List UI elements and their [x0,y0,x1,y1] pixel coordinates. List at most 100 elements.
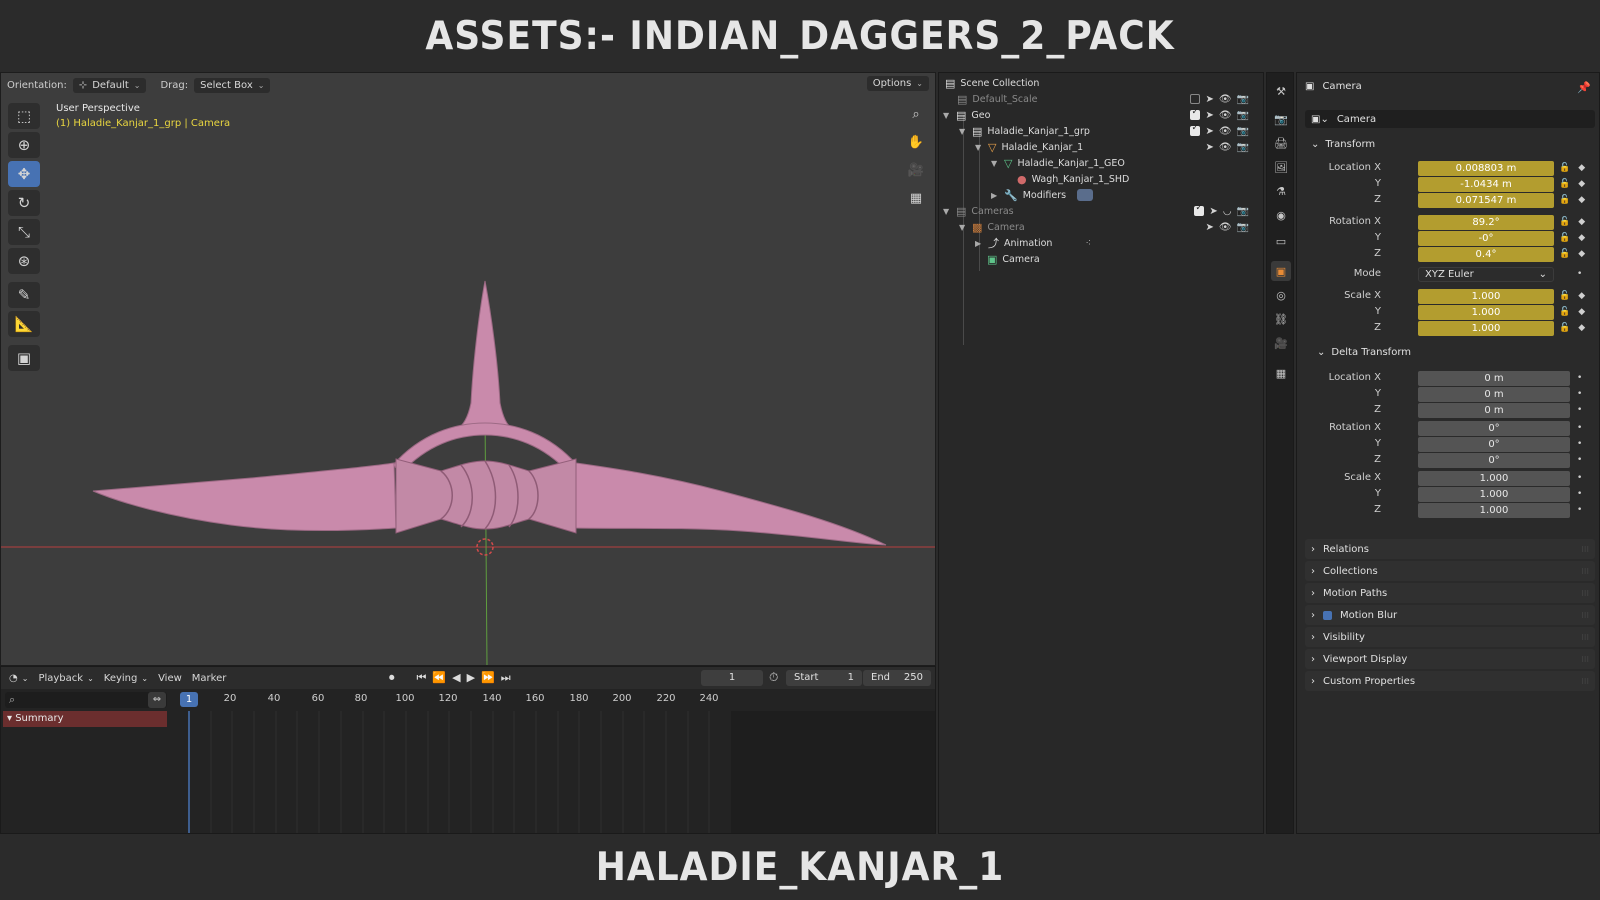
rotate-icon[interactable]: ↻ [8,190,40,216]
outliner-row-haladie-geo[interactable]: ▼ ▽ Haladie_Kanjar_1_GEO [991,155,1125,171]
hand-pan-icon[interactable]: ✋ [905,131,927,153]
orientation-dropdown[interactable]: ⊹ Default ⌄ [72,77,147,93]
menu-marker[interactable]: Marker [192,673,227,684]
eye-icon[interactable]: 👁 [1219,126,1232,137]
cursor-icon[interactable]: ⊕ [8,132,40,158]
expand-arrow-icon[interactable]: ▶ [975,239,983,248]
next-keyframe-icon[interactable]: ⏩ [481,671,495,685]
decorator-dot-icon[interactable]: • [1577,373,1582,383]
drag-dropdown[interactable]: Select Box ⌄ [194,77,271,93]
select-arrow-icon[interactable]: ➤ [1205,110,1213,121]
physics-tab-icon[interactable]: ◎ [1271,285,1291,305]
constraints-tab-icon[interactable]: ⛓ [1271,309,1291,329]
select-arrow-icon[interactable]: ➤ [1209,206,1217,217]
render-camera-icon[interactable]: 📷 [1237,94,1249,105]
property-value-field[interactable]: 0.071547 m [1418,193,1554,208]
select-arrow-icon[interactable]: ➤ [1205,142,1213,153]
outliner-row-scene-collection[interactable]: ▤ Scene Collection [945,75,1039,91]
drag-grip-icon[interactable]: ⁝⁝⁝ [1581,545,1589,554]
drag-grip-icon[interactable]: ⁝⁝⁝ [1581,677,1589,686]
drag-grip-icon[interactable]: ⁝⁝⁝ [1581,633,1589,642]
drag-grip-icon[interactable]: ⁝⁝⁝ [1581,589,1589,598]
render-camera-icon[interactable]: 📷 [1237,126,1249,137]
render-camera-icon[interactable]: 📷 [1237,142,1249,153]
prev-keyframe-icon[interactable]: ⏪ [432,671,446,685]
property-value-field[interactable]: 1.000 [1418,305,1554,320]
transform-panel-header[interactable]: ⌄ Transform [1311,139,1375,150]
section-viewport-display[interactable]: › Viewport Display ⁝⁝⁝ [1305,649,1595,669]
editor-type-icon[interactable]: ◔ ⌄ [9,673,28,684]
pin-icon[interactable]: 📌 [1577,81,1591,94]
keyframe-icon[interactable]: ◆ [1578,163,1585,173]
current-frame-field[interactable]: 1 [701,670,763,686]
expand-arrow-icon[interactable]: ▼ [959,223,967,232]
section-custom-properties[interactable]: › Custom Properties ⁝⁝⁝ [1305,671,1595,691]
expand-arrow-icon[interactable]: ▼ [959,127,967,136]
decorator-dot-icon[interactable]: • [1577,439,1582,449]
keyframe-icon[interactable]: ◆ [1578,307,1585,317]
measure-icon[interactable]: 📐 [8,311,40,337]
drag-grip-icon[interactable]: ⁝⁝⁝ [1581,655,1589,664]
camera-data-tab-icon[interactable]: 🎥 [1271,333,1291,353]
menu-keying[interactable]: Keying ⌄ [104,673,148,684]
property-value-field[interactable]: 0 m [1418,371,1570,386]
section-relations[interactable]: › Relations ⁝⁝⁝ [1305,539,1595,559]
play-reverse-icon[interactable]: ◀ [452,671,460,685]
annotate-icon[interactable]: ✎ [8,282,40,308]
move-icon[interactable]: ✥ [8,161,40,187]
options-dropdown[interactable]: Options ⌄ [866,76,929,91]
view-layer-tab-icon[interactable]: 🖼 [1271,157,1291,177]
lock-icon[interactable]: 🔓 [1559,291,1570,301]
lock-icon[interactable]: 🔓 [1559,307,1570,317]
outliner-row-haladie-grp[interactable]: ▼ ▤ Haladie_Kanjar_1_grp [959,123,1090,139]
section-motion-paths[interactable]: › Motion Paths ⁝⁝⁝ [1305,583,1595,603]
expand-arrow-icon[interactable]: ▼ [991,159,999,168]
camera-view-icon[interactable]: 🎥 [905,159,927,181]
outliner-row-cameras[interactable]: ▼ ▤ Cameras [943,203,1014,219]
lock-icon[interactable]: 🔓 [1559,217,1570,227]
end-frame-field[interactable]: End 250 [863,670,931,686]
keyframe-icon[interactable]: ◆ [1578,249,1585,259]
property-value-field[interactable]: -0° [1418,231,1554,246]
decorator-dot-icon[interactable]: • [1577,455,1582,465]
property-value-field[interactable]: 0° [1418,421,1570,436]
decorator-dot-icon[interactable]: • [1577,423,1582,433]
object-name-field[interactable]: ▣⌄ Camera [1305,110,1595,128]
lock-icon[interactable]: 🔓 [1559,163,1570,173]
motion-blur-checkbox[interactable] [1323,610,1332,620]
add-cube-icon[interactable]: ▣ [8,345,40,371]
lock-icon[interactable]: 🔓 [1559,233,1570,243]
property-value-field[interactable]: 0° [1418,453,1570,468]
rotation-mode-dropdown[interactable]: XYZ Euler ⌄ [1418,267,1554,282]
property-value-field[interactable]: 1.000 [1418,289,1554,304]
outliner-row-material[interactable]: ● Wagh_Kanjar_1_SHD [1017,171,1129,187]
select-box-icon[interactable]: ⬚ [8,103,40,129]
property-value-field[interactable]: 0.008803 m [1418,161,1554,176]
frame-ruler[interactable]: 1 20 40 60 80 100 120 140 160 180 200 22… [171,689,935,711]
search-input[interactable]: ⌕ [5,692,167,708]
3d-viewport[interactable]: Orientation: ⊹ Default ⌄ Drag: Select Bo… [0,72,936,666]
drag-grip-icon[interactable]: ⁝⁝⁝ [1581,611,1589,620]
lock-icon[interactable]: 🔓 [1559,323,1570,333]
property-value-field[interactable]: -1.0434 m [1418,177,1554,192]
outliner-row-geo[interactable]: ▼ ▤ Geo [943,107,990,123]
expand-arrow-icon[interactable]: ▼ [943,207,951,216]
grid-view-icon[interactable]: ▦ [905,187,927,209]
outliner-row-camera-data[interactable]: ▣ Camera [987,251,1040,267]
decorator-dot-icon[interactable]: • [1577,269,1582,279]
property-value-field[interactable]: 1.000 [1418,321,1554,336]
property-value-field[interactable]: 89.2° [1418,215,1554,230]
decorator-dot-icon[interactable]: • [1577,389,1582,399]
outliner-row-camera-object[interactable]: ▼ ▩ Camera [959,219,1025,235]
outliner-row-animation[interactable]: ▶ ⤴ Animation ⁖ [975,235,1091,251]
decorator-dot-icon[interactable]: • [1577,505,1582,515]
delta-transform-panel-header[interactable]: ⌄ Delta Transform [1317,347,1411,358]
exclude-checkbox[interactable] [1194,203,1205,216]
clock-icon[interactable]: ⏱ [769,670,778,685]
texture-tab-icon[interactable]: ▦ [1271,363,1291,383]
play-icon[interactable]: ▶ [467,671,475,685]
outliner-row-default-scale[interactable]: ▤ Default_Scale [957,91,1037,107]
keyframe-icon[interactable]: ◆ [1578,195,1585,205]
section-collections[interactable]: › Collections ⁝⁝⁝ [1305,561,1595,581]
decorator-dot-icon[interactable]: • [1577,473,1582,483]
